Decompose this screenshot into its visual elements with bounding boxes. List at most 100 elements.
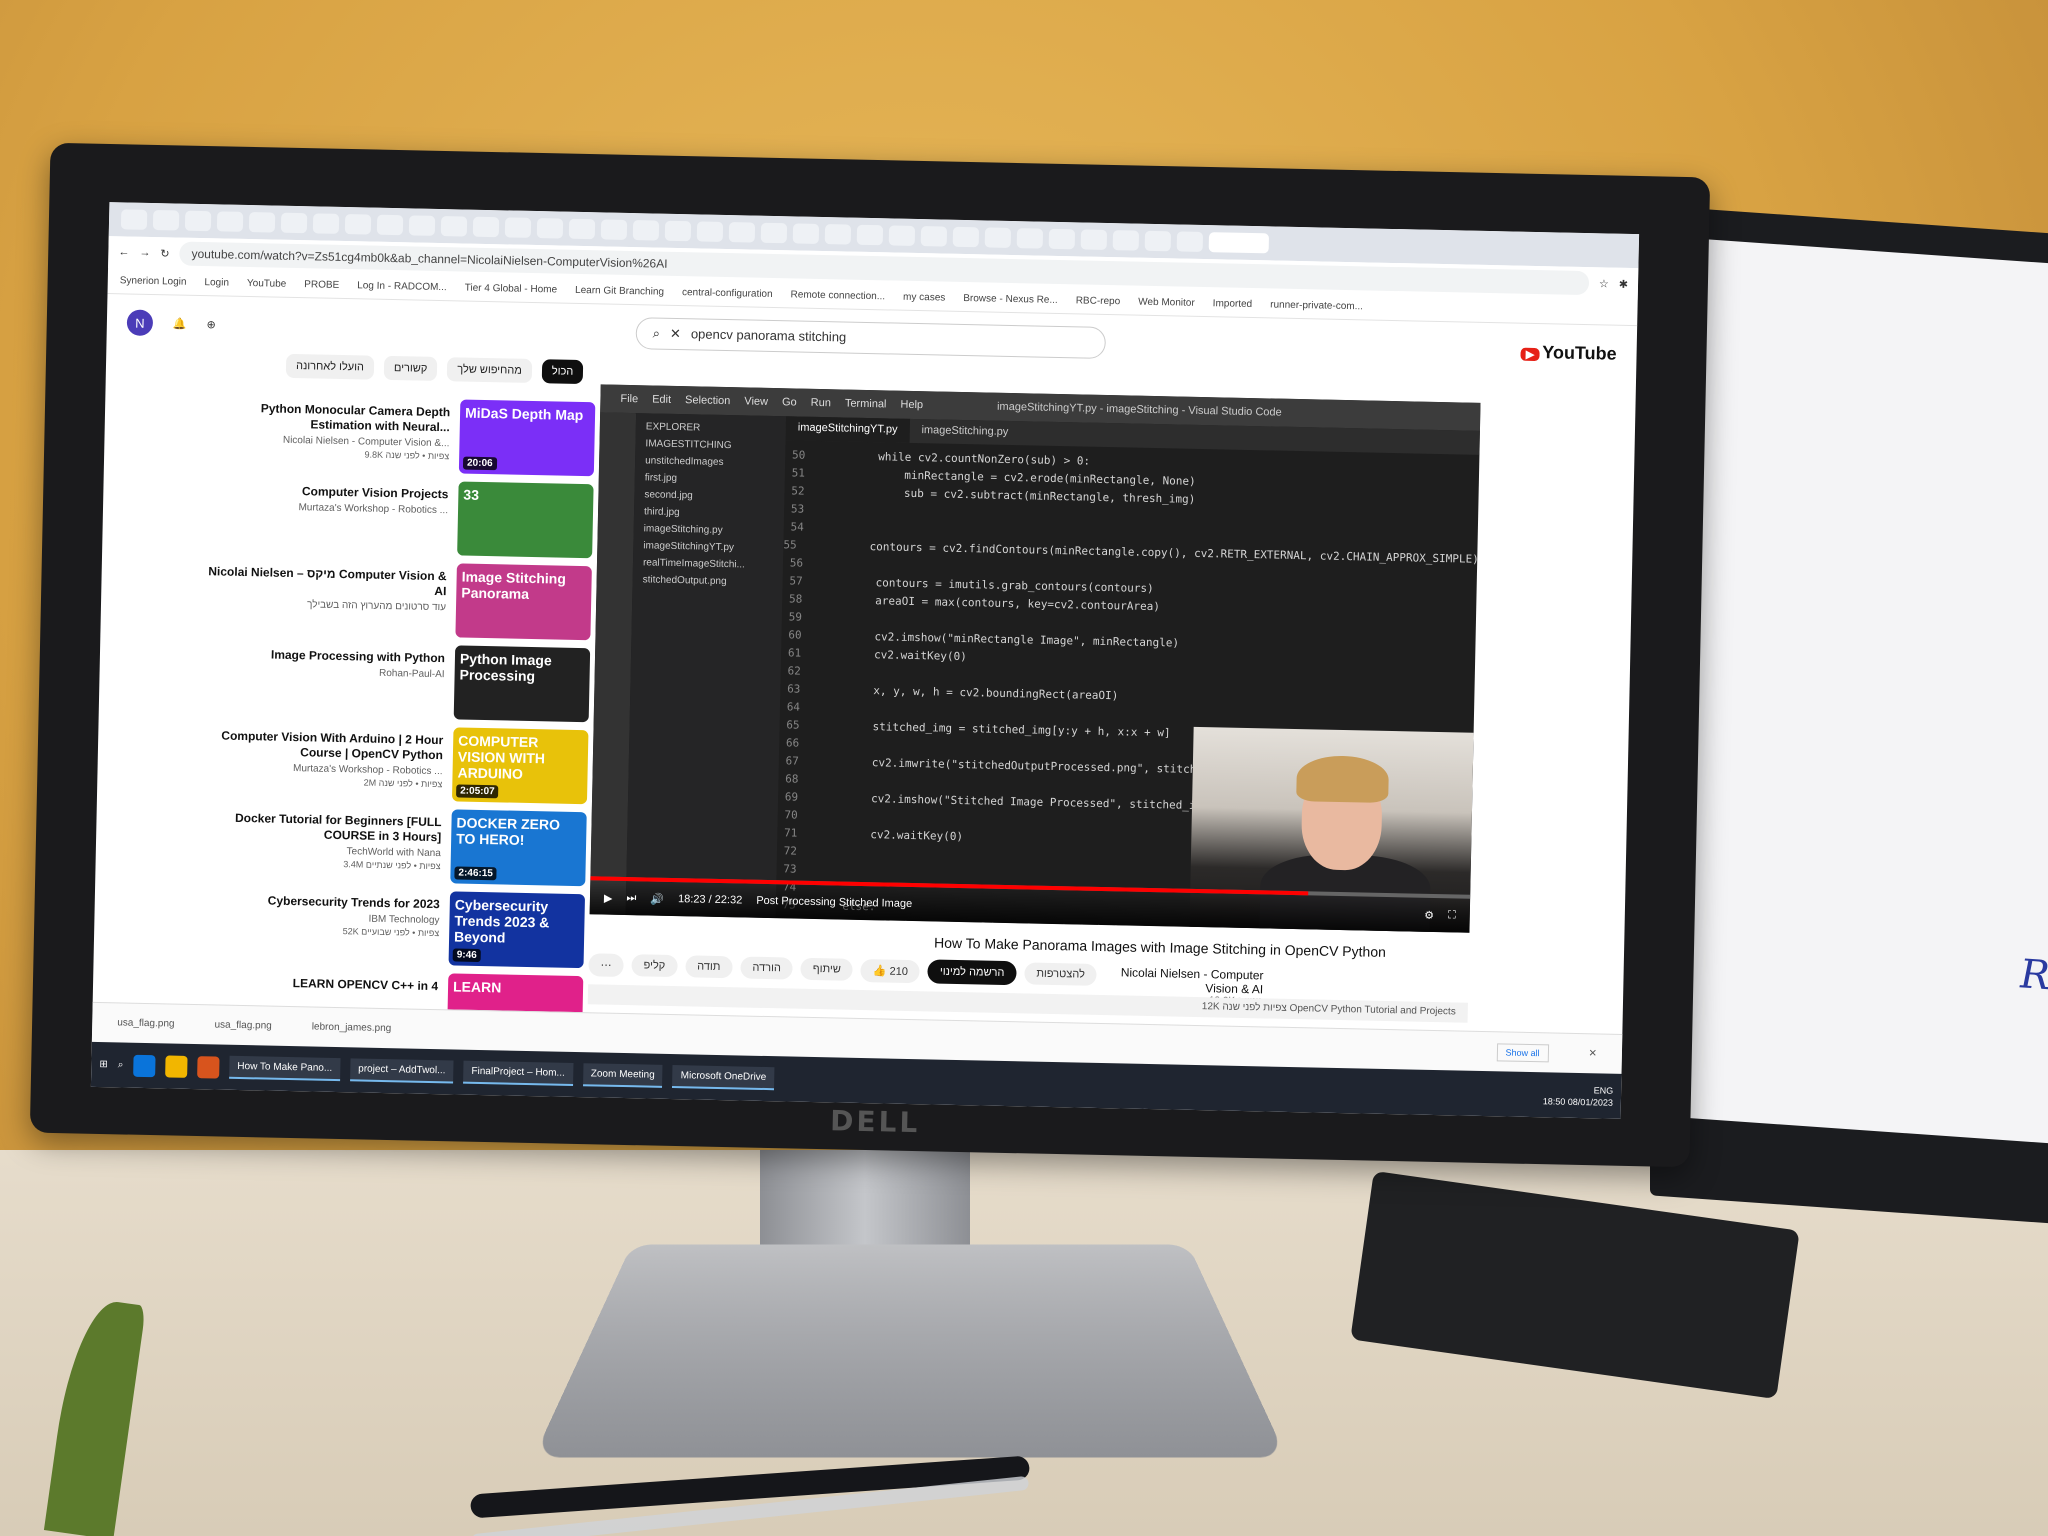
browser-tab[interactable]: [952, 226, 980, 248]
chip-active[interactable]: הכול: [541, 359, 584, 385]
video-thumbnail[interactable]: 33: [457, 481, 594, 559]
browser-tab[interactable]: [792, 223, 820, 244]
play-icon[interactable]: ▶: [604, 891, 613, 904]
bookmark[interactable]: Tier 4 Global - Home: [465, 283, 558, 296]
bookmark[interactable]: Browse - Nexus Re...: [963, 293, 1058, 306]
browser-tab[interactable]: [312, 213, 340, 234]
browser-tab[interactable]: [696, 221, 724, 242]
star-icon[interactable]: ☆: [1599, 277, 1609, 290]
browser-tab[interactable]: [216, 211, 244, 232]
bookmark[interactable]: YouTube: [247, 278, 287, 290]
browser-tab[interactable]: [888, 225, 916, 246]
taskbar-app[interactable]: Zoom Meeting: [582, 1063, 663, 1088]
browser-tab[interactable]: [376, 214, 404, 236]
browser-tab[interactable]: [1016, 228, 1044, 249]
search-icon[interactable]: ⌕: [653, 325, 661, 341]
bookmark[interactable]: Synerion Login: [120, 275, 187, 287]
related-video-item[interactable]: Cybersecurity Trends for 2023 IBM Techno…: [193, 886, 586, 976]
next-icon[interactable]: ⏭: [626, 892, 636, 905]
related-video-item[interactable]: Docker Tutorial for Beginners [FULL COUR…: [195, 804, 587, 894]
bookmark[interactable]: Remote connection...: [790, 289, 885, 302]
like-button[interactable]: 👍 210: [860, 958, 921, 983]
chip[interactable]: הועלו לאחרונה: [285, 353, 375, 380]
bookmark[interactable]: my cases: [903, 292, 945, 304]
browser-tab[interactable]: [664, 220, 692, 242]
bookmark[interactable]: Login: [204, 277, 229, 289]
video-thumbnail[interactable]: Cybersecurity Trends 2023 & Beyond 9:46: [448, 891, 586, 969]
volume-icon[interactable]: 🔊: [650, 892, 664, 905]
back-icon[interactable]: ←: [118, 246, 129, 258]
browser-tab[interactable]: [1080, 229, 1108, 250]
browser-tab[interactable]: [536, 218, 564, 239]
browser-tab[interactable]: [1176, 231, 1204, 252]
video-thumbnail[interactable]: Python Image Processing: [453, 645, 591, 723]
youtube-logo[interactable]: ▶ YouTube: [1520, 341, 1617, 364]
browser-tab[interactable]: [280, 212, 308, 234]
bell-icon[interactable]: 🔔: [173, 317, 187, 330]
download-item[interactable]: lebron_james.png: [312, 1021, 392, 1034]
browser-tab[interactable]: [856, 224, 884, 246]
chip[interactable]: מהחיפוש שלך: [447, 357, 533, 383]
related-video-item[interactable]: Computer Vision With Arduino | 2 Hour Co…: [197, 722, 589, 812]
related-video-item[interactable]: Image Processing with Python Rohan-Paul-…: [199, 640, 591, 730]
browser-tab[interactable]: [1144, 230, 1172, 252]
browser-tab[interactable]: [984, 227, 1012, 248]
browser-tab[interactable]: [568, 218, 596, 240]
file-explorer-icon[interactable]: [165, 1054, 188, 1078]
bookmark[interactable]: PROBE: [304, 279, 339, 291]
join-button[interactable]: להצטרפות: [1024, 962, 1098, 986]
subscribe-button[interactable]: הרשמה למינוי: [927, 959, 1017, 986]
related-video-item[interactable]: Computer Vision Projects Murtaza's Works…: [202, 476, 594, 566]
clear-search-icon[interactable]: ✕: [670, 326, 681, 342]
browser-tab[interactable]: [472, 216, 500, 238]
windows-start-icon[interactable]: ⊞: [99, 1059, 108, 1070]
related-video-item[interactable]: Python Monocular Camera Depth Estimation…: [204, 394, 596, 484]
video-thumbnail[interactable]: MiDaS Depth Map 20:06: [458, 399, 596, 477]
search-icon[interactable]: ⌕: [118, 1059, 124, 1070]
edge-icon[interactable]: [133, 1054, 156, 1077]
browser-tab[interactable]: [504, 217, 532, 238]
bookmark[interactable]: runner-private-com...: [1270, 299, 1363, 312]
browser-tab[interactable]: [1112, 230, 1140, 251]
bookmark[interactable]: Learn Git Branching: [575, 285, 664, 298]
chapter-title[interactable]: Post Processing Stitched Image: [756, 895, 912, 910]
video-thumbnail[interactable]: DOCKER ZERO TO HERO! 2:46:15: [450, 809, 587, 887]
system-tray[interactable]: ENG 18:50 08/01/2023: [1543, 1083, 1614, 1108]
more-actions-button[interactable]: ⋯: [588, 952, 624, 977]
download-button[interactable]: הורדה: [740, 956, 794, 980]
browser-tab[interactable]: [600, 219, 628, 240]
video-thumbnail[interactable]: COMPUTER VISION WITH ARDUINO 2:05:07: [451, 727, 589, 805]
bookmark[interactable]: Imported: [1213, 298, 1253, 310]
create-icon[interactable]: ⊕: [206, 318, 215, 331]
bookmark[interactable]: central-configuration: [682, 287, 773, 300]
chip[interactable]: קשורים: [383, 355, 438, 381]
browser-tab[interactable]: [920, 226, 948, 247]
bookmark[interactable]: Web Monitor: [1138, 297, 1195, 309]
show-all-button[interactable]: Show all: [1496, 1042, 1549, 1062]
extensions-icon[interactable]: ✱: [1619, 277, 1628, 290]
download-item[interactable]: usa_flag.png: [214, 1019, 271, 1031]
close-icon[interactable]: ✕: [1588, 1048, 1597, 1059]
search-input[interactable]: ⌕ ✕ opencv panorama stitching: [635, 317, 1106, 359]
related-video-item[interactable]: Nicolai Nielsen – מיקס Computer Vision &…: [200, 558, 592, 648]
language-indicator[interactable]: ENG: [1594, 1085, 1614, 1095]
fullscreen-icon[interactable]: ⛶: [1448, 909, 1456, 922]
thanks-button[interactable]: תודה: [684, 955, 733, 979]
taskbar-app[interactable]: Microsoft OneDrive: [672, 1065, 775, 1091]
browser-tab[interactable]: [120, 209, 148, 230]
taskbar-app[interactable]: FinalProject – Hom...: [463, 1060, 574, 1086]
browser-tab[interactable]: [440, 216, 468, 237]
browser-tab[interactable]: [824, 224, 852, 245]
avatar[interactable]: N: [126, 309, 154, 337]
bookmark[interactable]: Log In - RADCOM...: [357, 280, 447, 293]
share-button[interactable]: שיתוף: [800, 957, 854, 981]
download-item[interactable]: usa_flag.png: [117, 1017, 174, 1029]
browser-tab-active[interactable]: [1208, 232, 1270, 254]
browser-tab[interactable]: [760, 222, 788, 244]
reload-icon[interactable]: ↻: [160, 247, 169, 260]
bookmark[interactable]: RBC-repo: [1076, 295, 1121, 307]
video-player[interactable]: File Edit Selection View Go Run Terminal Help im…: [589, 384, 1481, 933]
browser-tab[interactable]: [248, 212, 276, 233]
browser-tab[interactable]: [152, 209, 180, 231]
taskbar-app[interactable]: project – AddTwol...: [349, 1058, 454, 1084]
